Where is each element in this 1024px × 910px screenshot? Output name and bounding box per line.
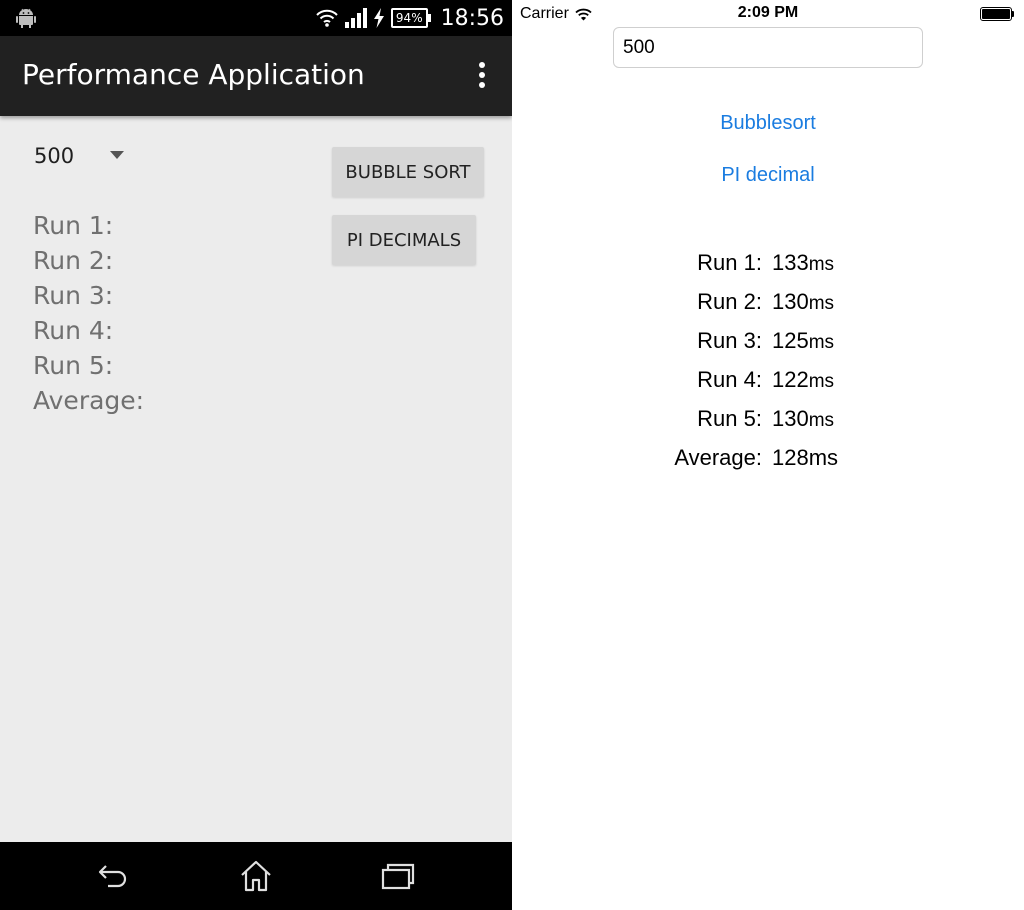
home-icon[interactable]	[238, 860, 274, 892]
average-value: 128ms	[772, 445, 839, 470]
result-row: Run 1: 133ms	[512, 250, 1024, 289]
result-row: Run 5: 130ms	[512, 406, 1024, 445]
result-label: Run 3:	[697, 328, 762, 353]
run-1-label: Run 1:	[33, 211, 114, 240]
ios-status-bar: 2:09 PM Carrier	[512, 0, 1024, 28]
average-label: Average:	[674, 445, 762, 470]
navigation-bar	[0, 842, 512, 910]
battery-icon: 94%	[390, 8, 431, 28]
result-label: Run 4:	[697, 367, 762, 392]
wifi-icon	[575, 8, 592, 20]
wifi-icon	[316, 9, 338, 27]
back-icon[interactable]	[96, 860, 132, 892]
status-time: 18:56	[440, 5, 504, 31]
result-label: Run 5:	[697, 406, 762, 431]
results-list: Run 1: 133ms Run 2: 130ms Run 3: 125ms R…	[512, 250, 1024, 484]
bubble-sort-button[interactable]: BUBBLE SORT	[332, 147, 484, 197]
signal-icon	[344, 8, 367, 28]
android-screen: 94% 18:56 Performance Application 500 BU…	[0, 0, 512, 910]
ios-screen: 2:09 PM Carrier Bubblesort PI decimal Ru…	[512, 0, 1024, 910]
dropdown-arrow-icon	[110, 151, 124, 159]
result-row: Run 3: 125ms	[512, 328, 1024, 367]
result-row: Run 4: 122ms	[512, 367, 1024, 406]
run-5-label: Run 5:	[33, 351, 114, 380]
android-robot-icon	[16, 8, 36, 28]
run-3-label: Run 3:	[33, 281, 114, 310]
size-spinner[interactable]: 500	[22, 138, 142, 174]
pi-decimals-button[interactable]: PI DECIMALS	[332, 215, 476, 265]
recents-icon[interactable]	[380, 860, 416, 892]
results-list: Run 1: Run 2: Run 3: Run 4: Run 5: Avera…	[33, 208, 144, 418]
android-status-bar: 94% 18:56	[0, 0, 512, 36]
battery-icon	[980, 7, 1014, 21]
carrier-indicator: Carrier	[520, 5, 592, 23]
result-row: Run 2: 130ms	[512, 289, 1024, 328]
size-input[interactable]	[613, 27, 923, 68]
run-4-label: Run 4:	[33, 316, 114, 345]
app-bar: Performance Application	[0, 36, 512, 116]
result-label: Run 1:	[697, 250, 762, 275]
result-label: Run 2:	[697, 289, 762, 314]
result-value: 125ms	[772, 328, 835, 353]
result-value: 130ms	[772, 406, 835, 431]
carrier-label: Carrier	[520, 5, 569, 22]
result-value: 122ms	[772, 367, 835, 392]
app-title: Performance Application	[22, 58, 365, 91]
result-value: 130ms	[772, 289, 835, 314]
average-row: Average: 128ms	[512, 445, 1024, 484]
bubblesort-button[interactable]: Bubblesort	[512, 112, 1024, 135]
result-value: 133ms	[772, 250, 835, 275]
average-label: Average:	[33, 386, 145, 415]
battery-percent: 94%	[390, 8, 428, 28]
overflow-menu-icon[interactable]	[478, 62, 486, 88]
run-2-label: Run 2:	[33, 246, 114, 275]
spinner-value: 500	[34, 144, 75, 168]
pi-decimal-button[interactable]: PI decimal	[512, 164, 1024, 187]
charging-bolt-icon	[373, 8, 384, 28]
